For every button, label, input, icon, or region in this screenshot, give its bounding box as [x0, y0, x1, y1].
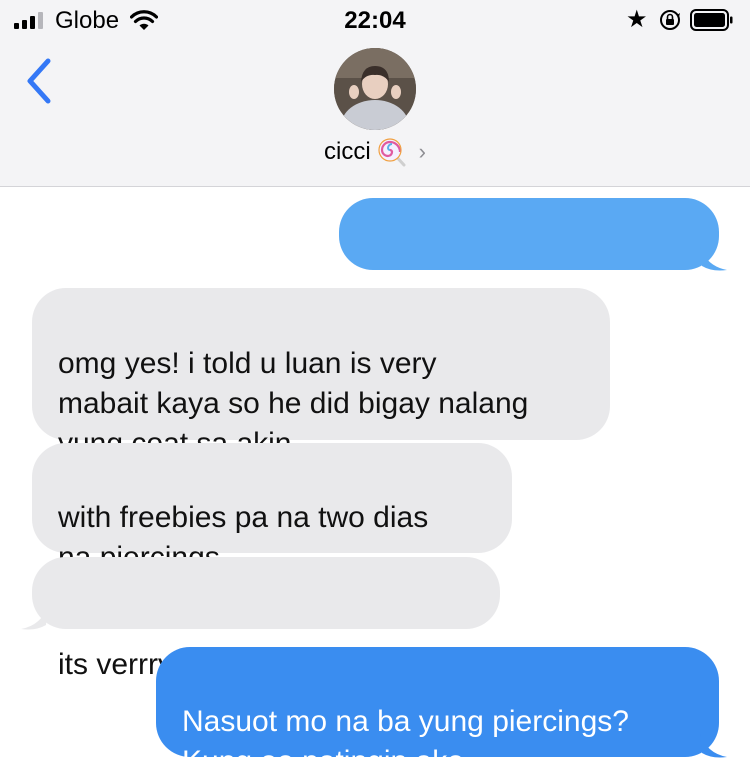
chevron-right-icon: ›: [418, 139, 426, 164]
contact-name-button[interactable]: cicci ›: [0, 137, 750, 167]
avatar-photo: [334, 48, 416, 130]
lollipop-icon: [378, 138, 406, 167]
contact-name: cicci: [324, 138, 371, 165]
status-bar: Globe 22:04 ★: [0, 0, 750, 40]
rotation-lock-icon: [660, 10, 680, 30]
battery-icon: [690, 9, 733, 31]
back-chevron-icon[interactable]: [22, 56, 62, 106]
star-icon: ★: [626, 6, 648, 33]
message-bubble-incoming[interactable]: its verrry maganda pa yanie: [32, 557, 500, 681]
message-text: Nasuot mo na ba yung piercings? Kung oo …: [182, 705, 629, 778]
conversation-header: Globe 22:04 ★ cicci ›: [0, 0, 750, 187]
bubble-tail: [700, 733, 727, 758]
bubble-tail: [21, 605, 48, 630]
message-bubble-incoming[interactable]: with freebies pa na two dias na piercing…: [32, 443, 512, 574]
contact-avatar[interactable]: [334, 48, 416, 130]
bubble-tail: [700, 246, 727, 271]
message-bubble-incoming[interactable]: omg yes! i told u luan is very mabait ka…: [32, 288, 610, 460]
message-bubble-outgoing[interactable]: Nasuot mo na ba yung piercings? Kung oo …: [156, 647, 719, 778]
message-bubble-outgoing[interactable]: Pinahiram ka naman?: [339, 198, 719, 322]
